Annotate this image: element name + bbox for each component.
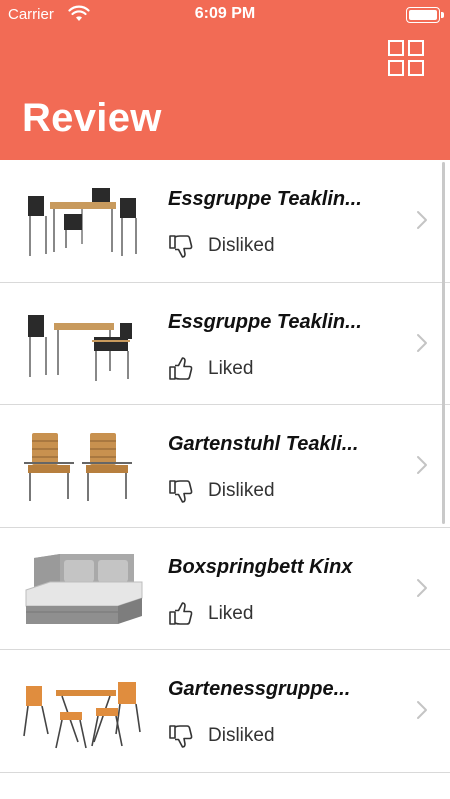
list-item[interactable]: Essgruppe Teaklin... Liked — [0, 283, 450, 405]
rating-label: Disliked — [208, 480, 275, 501]
thumbs-down-icon — [169, 725, 193, 748]
rating: Liked — [168, 355, 253, 383]
page-title: Review — [22, 96, 162, 140]
rating: Disliked — [168, 232, 275, 260]
battery-icon — [406, 7, 444, 23]
item-title: Gartenessgruppe... — [168, 678, 351, 700]
header: Carrier 6:09 PM Review — [0, 0, 450, 160]
rating-label: Disliked — [208, 725, 275, 746]
thumbs-down-icon — [169, 235, 193, 258]
list-item[interactable]: Gartenstuhl Teakli... Disliked — [0, 405, 450, 528]
item-title: Gartenstuhl Teakli... — [168, 433, 359, 455]
review-list[interactable]: Essgruppe Teaklin... Disliked Essgruppe … — [0, 160, 450, 799]
rating: Disliked — [168, 722, 275, 750]
bistro-set-image — [23, 682, 141, 749]
chevron-right-icon — [417, 333, 427, 352]
status-bar: Carrier 6:09 PM — [0, 0, 450, 30]
dining-set-image — [28, 314, 132, 381]
grid-icon[interactable] — [388, 40, 424, 76]
rating-label: Liked — [208, 357, 254, 379]
thumbs-up-icon — [169, 356, 193, 380]
list-item[interactable]: Gartenessgruppe... Disliked — [0, 650, 450, 773]
rating: Liked — [168, 600, 253, 628]
garden-chairs-image — [24, 433, 132, 501]
item-title: Essgruppe Teaklin... — [168, 310, 362, 333]
list-item[interactable]: Essgruppe Teaklin... Disliked — [0, 160, 450, 283]
rating-label: Disliked — [208, 235, 275, 256]
bed-image — [25, 553, 143, 624]
rating: Disliked — [168, 477, 275, 505]
thumbs-down-icon — [169, 480, 193, 503]
clock: 6:09 PM — [194, 5, 256, 22]
dining-set-image — [28, 188, 137, 256]
chevron-right-icon — [417, 211, 427, 229]
chevron-right-icon — [417, 701, 427, 719]
thumbs-up-icon — [169, 601, 193, 625]
rating-label: Liked — [208, 602, 254, 624]
item-title: Essgruppe Teaklin... — [168, 188, 362, 210]
chevron-right-icon — [417, 578, 427, 597]
scrollbar[interactable] — [442, 162, 445, 524]
chevron-right-icon — [417, 456, 427, 474]
item-title: Boxspringbett Kinx — [168, 555, 353, 578]
list-item[interactable]: Boxspringbett Kinx Liked — [0, 528, 450, 650]
